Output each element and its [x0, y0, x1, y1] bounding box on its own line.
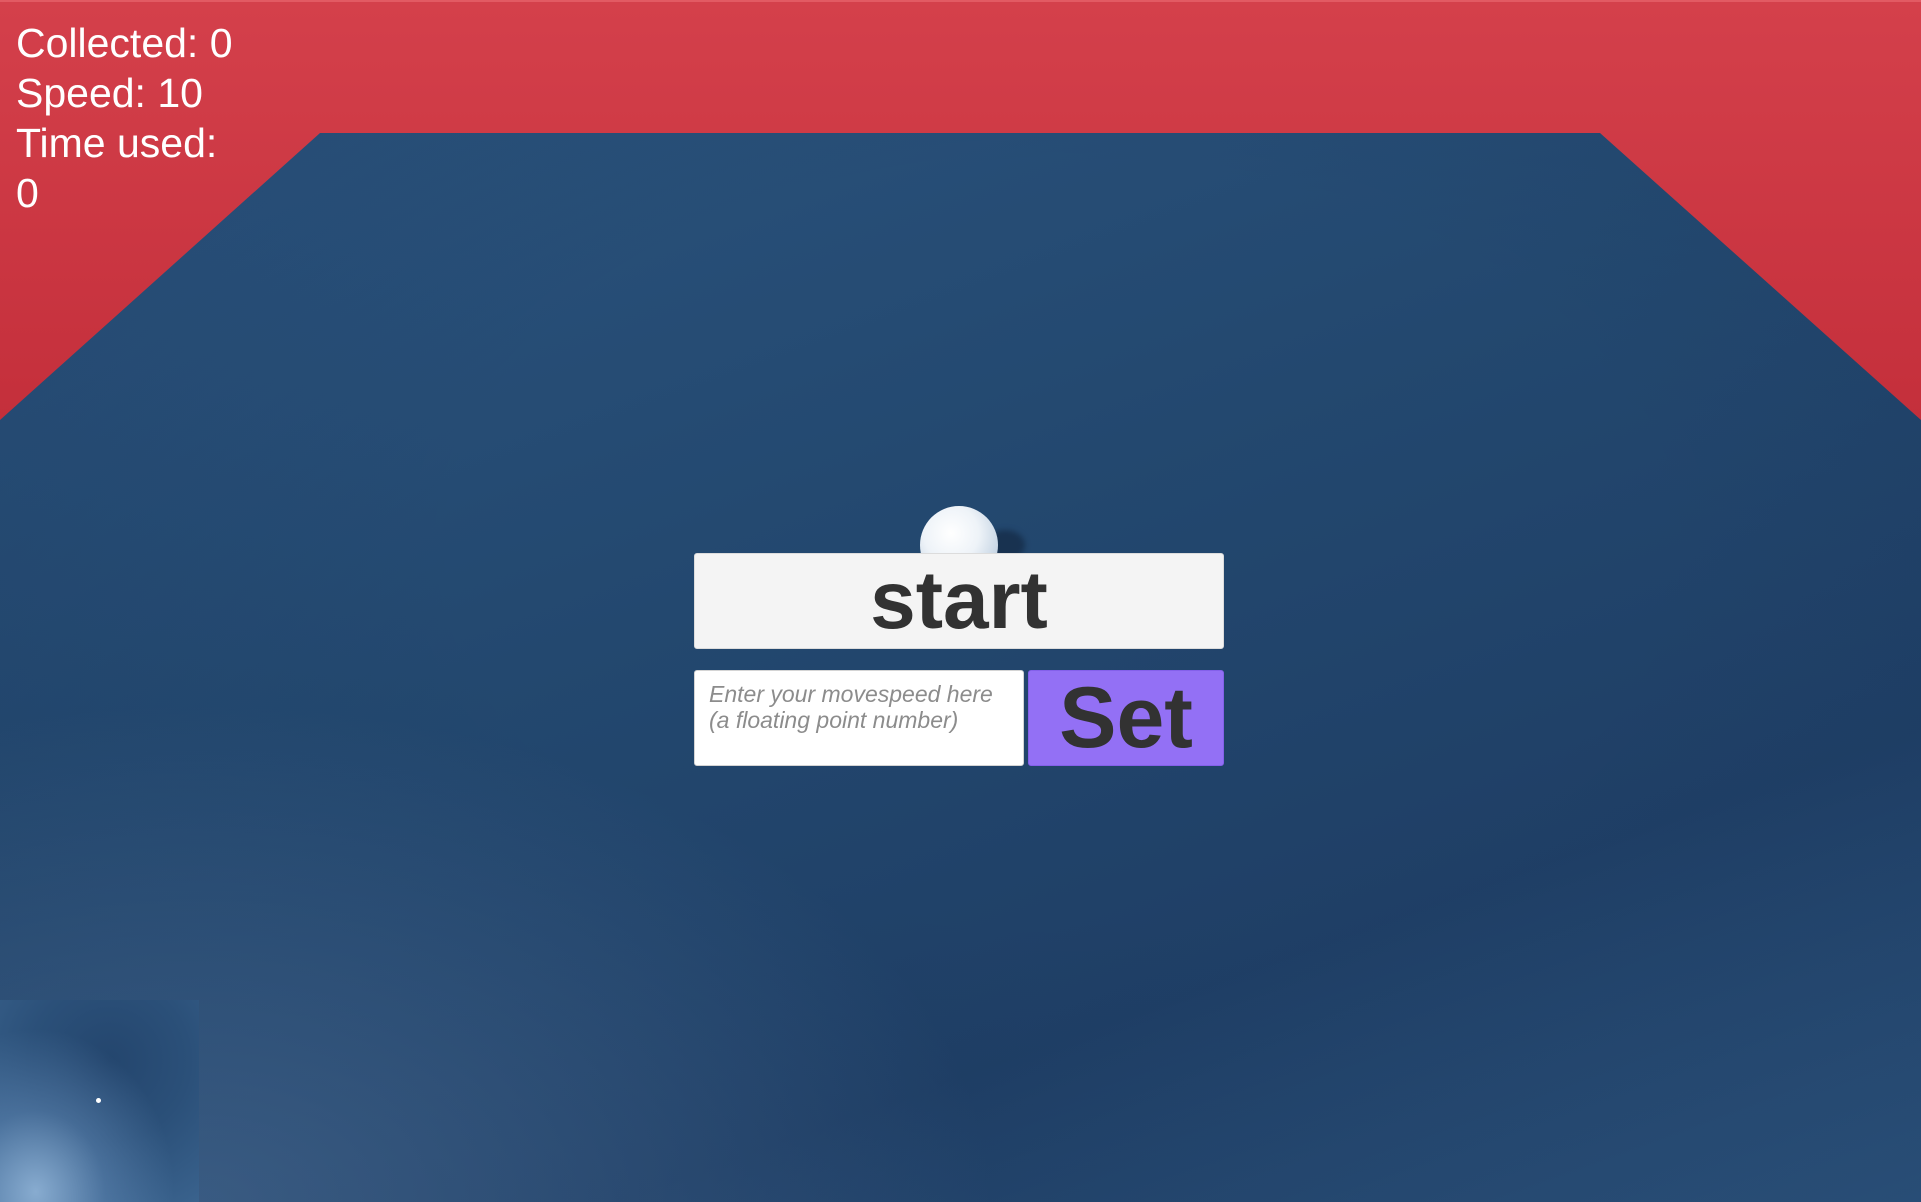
- start-button[interactable]: start: [694, 553, 1224, 649]
- minimap-player-marker-icon: [96, 1098, 101, 1103]
- minimap: [0, 1000, 199, 1202]
- set-speed-button[interactable]: Set: [1028, 670, 1224, 766]
- collected-counter: Collected: 0: [16, 20, 233, 66]
- movespeed-input[interactable]: [694, 670, 1024, 766]
- back-wall: [0, 0, 1921, 420]
- speed-readout: Speed: 10: [16, 70, 203, 116]
- time-used-value: 0: [16, 170, 39, 216]
- time-used-label: Time used:: [16, 120, 218, 166]
- game-viewport: Collected: 0 Speed: 10 Time used: 0 star…: [0, 0, 1921, 1202]
- hud-stats: Collected: 0 Speed: 10 Time used: 0: [16, 18, 276, 218]
